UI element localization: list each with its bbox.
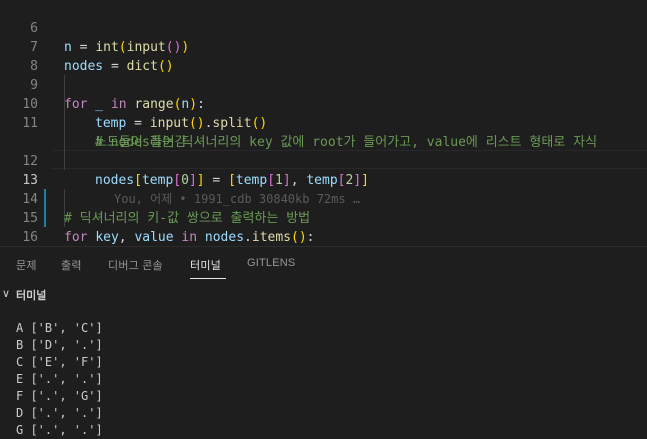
bottom-panel: 문제 출력 디버그 콘솔 터미널 GITLENS ∨ 터미널 A ['B', '… [0,246,647,437]
terminal-line: E ['.', '.'] [16,372,103,386]
active-tab-indicator [190,278,226,279]
code-line-current[interactable]: 13 You, 어제 • 1991_cdb 30840kb 72ms … [0,152,647,206]
chevron-down-icon[interactable]: ∨ [2,287,10,300]
code-line[interactable]: 15 for key, value in nodes.items(): [0,190,647,245]
code-line[interactable]: 11 # nodes라는 딕셔너리의 key 값에 root가 들어가고, va… [0,95,647,150]
tab-output[interactable]: 출력 [61,257,82,273]
code-line[interactable]: 7 nodes = dict() [0,19,647,74]
terminal-output[interactable]: A ['B', 'C'] B ['D', '.'] C ['E', 'F'] E… [16,320,103,439]
terminal-line: C ['E', 'F'] [16,355,103,369]
code-line[interactable]: 10 temp = input().split() [0,76,647,131]
terminal-section-header[interactable]: ∨ 터미널 [0,283,647,305]
code-line-wrap[interactable]: 노드들이 들어감 [0,114,647,150]
tab-gitlens[interactable]: GITLENS [247,257,295,269]
code-line[interactable]: 8 [0,38,647,74]
tab-terminal[interactable]: 터미널 [190,257,221,273]
terminal-line: F ['.', 'G'] [16,389,103,403]
code-line[interactable]: 14 # 딕셔너리의 키-값 쌍으로 출력하는 방법 [0,171,647,226]
code-line[interactable]: 17 [0,228,647,246]
panel-tabs: 문제 출력 디버그 콘솔 터미널 GITLENS [0,247,647,283]
terminal-line: D ['.', '.'] [16,406,103,420]
tab-debug-console[interactable]: 디버그 콘솔 [108,257,163,273]
code-line[interactable]: 6 n = int(input()) [0,0,647,55]
terminal-line: B ['D', '.'] [16,338,103,352]
terminal-line: A ['B', 'C'] [16,321,103,335]
terminal-line: G ['.', '.'] [16,423,103,437]
code-line[interactable]: 12 nodes[temp[0]] = [temp[1], temp[2]] [0,133,647,188]
section-title: 터미널 [16,290,47,302]
code-line[interactable]: 16 print(key, value) [0,209,647,245]
code-editor[interactable]: 6 n = int(input()) 7 nodes = dict() 8 9 … [0,0,647,246]
code-line[interactable]: 9 for _ in range(n): [0,57,647,112]
tab-problems[interactable]: 문제 [16,257,37,273]
